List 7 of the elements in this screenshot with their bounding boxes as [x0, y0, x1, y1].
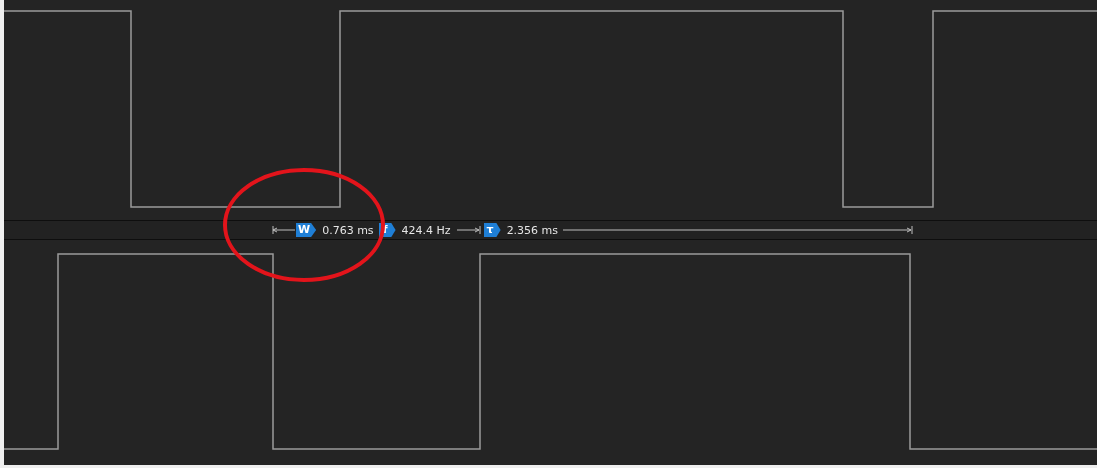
- measurement-value: 0.763 ms: [322, 223, 374, 237]
- measurement-value: 424.4 Hz: [401, 223, 451, 237]
- dimension-arrow: [272, 225, 296, 235]
- measurement-badge: W: [296, 223, 317, 237]
- measurement-value: 2.356 ms: [506, 223, 559, 237]
- dimension-arrow: [456, 225, 481, 235]
- measurement-badge: τ: [483, 223, 501, 237]
